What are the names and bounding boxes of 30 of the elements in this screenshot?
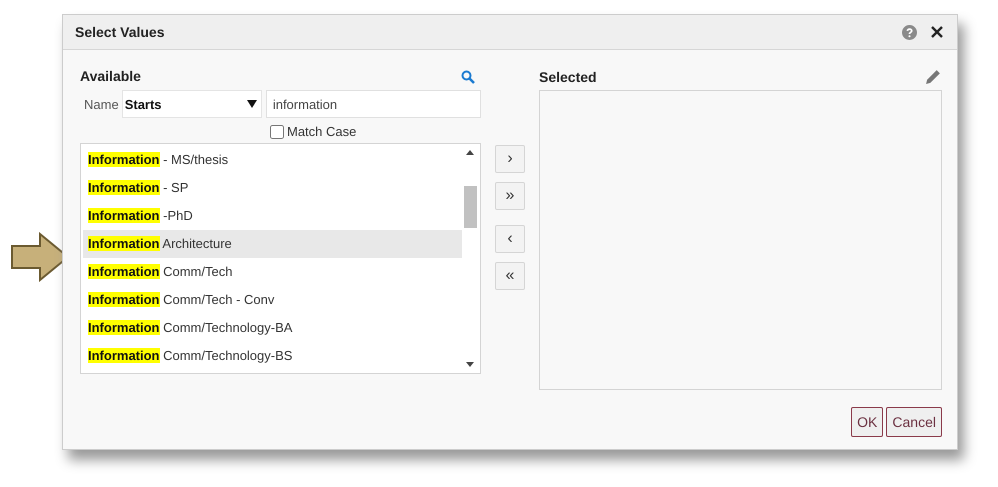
close-icon[interactable]	[931, 26, 943, 38]
list-item[interactable]: Information - SP	[83, 174, 462, 202]
help-icon[interactable]	[902, 24, 917, 40]
search-icon[interactable]	[461, 70, 475, 84]
operator-dropdown[interactable]: Starts	[122, 90, 262, 118]
window-title: Select Values	[75, 24, 166, 40]
scrollbar-thumb[interactable]	[464, 186, 476, 228]
section-title: Selected	[539, 69, 597, 85]
cancel-button[interactable]: Cancel	[886, 407, 942, 437]
scroll-down-icon[interactable]	[466, 362, 474, 367]
list-item[interactable]: Information Comm/Technology-BS	[83, 342, 462, 370]
section-title: Available	[80, 68, 141, 84]
pencil-icon[interactable]	[925, 68, 942, 85]
match-case-checkbox[interactable]	[270, 124, 284, 138]
filter-label: Name	[84, 96, 119, 112]
move-button[interactable]: ‹	[495, 225, 525, 253]
list-item[interactable]: Information Comm/Tech	[83, 258, 462, 286]
search-field[interactable]: information	[266, 90, 481, 118]
dropdown-caret-icon	[246, 100, 257, 108]
scroll-up-icon[interactable]	[466, 150, 474, 155]
ok-button[interactable]: OK	[851, 407, 884, 437]
move-button[interactable]: »	[495, 182, 525, 210]
list-item[interactable]: Information Architecture	[83, 230, 462, 258]
list-item[interactable]: Information - MS/thesis	[83, 146, 462, 174]
list-item[interactable]: Information Comm/Technology-BA	[83, 314, 462, 342]
move-button[interactable]: «	[495, 262, 525, 290]
list-item[interactable]: Information Comm/Tech - Conv	[83, 286, 462, 314]
checkbox-label: Match Case	[287, 124, 356, 139]
move-button[interactable]: ›	[495, 145, 525, 173]
list-item[interactable]: Information -PhD	[83, 202, 462, 230]
